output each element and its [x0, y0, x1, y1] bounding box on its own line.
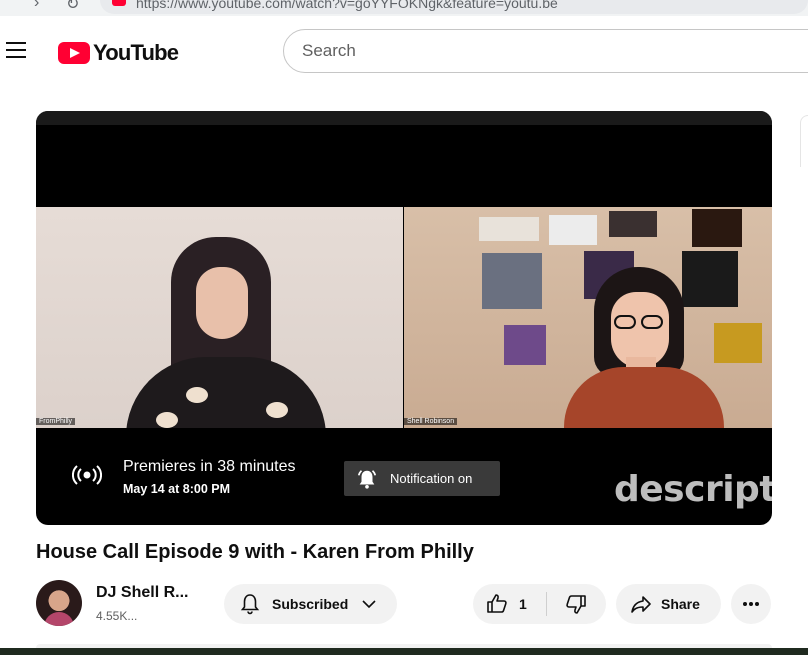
channel-name[interactable]: DJ Shell R...	[96, 584, 188, 602]
thumbs-up-icon	[487, 594, 507, 613]
subscribed-label: Subscribed	[272, 596, 349, 612]
search-input[interactable]: Search	[283, 29, 808, 73]
description-panel-edge	[0, 644, 808, 655]
reload-icon[interactable]: ↻	[66, 0, 79, 14]
browser-toolbar: › ↻ https://www.youtube.com/watch?v=goYY…	[0, 0, 808, 16]
watermark-logo: descript	[614, 469, 772, 510]
premiere-countdown: Premieres in 38 minutes	[123, 458, 296, 475]
player-top-edge	[36, 111, 772, 125]
youtube-logo[interactable]: YouTube	[58, 40, 179, 66]
hamburger-menu-icon[interactable]	[4, 38, 30, 62]
forward-icon[interactable]: ›	[34, 0, 39, 12]
notification-button[interactable]: Notification on	[344, 461, 500, 496]
video-player[interactable]: FromPhilly Shell Robinson Premieres in 3…	[36, 111, 772, 525]
like-button[interactable]: 1	[473, 584, 546, 624]
subscribed-button[interactable]: Subscribed	[224, 584, 397, 624]
participant-video-right: Shell Robinson	[404, 207, 772, 428]
like-count: 1	[519, 596, 527, 612]
site-favicon-icon	[112, 0, 126, 6]
participant-name-right: Shell Robinson	[404, 418, 458, 425]
sidebar-panel-edge	[800, 115, 808, 167]
search-placeholder: Search	[302, 41, 356, 60]
live-broadcast-icon	[72, 465, 102, 485]
more-actions-button[interactable]	[731, 584, 771, 624]
participant-video-left: FromPhilly	[36, 207, 403, 428]
bell-icon	[240, 594, 260, 615]
chevron-down-icon	[362, 600, 376, 609]
share-button[interactable]: Share	[616, 584, 721, 624]
notification-label: Notification on	[390, 471, 473, 486]
video-title: House Call Episode 9 with - Karen From P…	[36, 541, 474, 563]
like-dislike-group: 1	[473, 584, 606, 624]
premiere-date: May 14 at 8:00 PM	[123, 482, 230, 496]
participant-name-left: FromPhilly	[36, 418, 76, 425]
dislike-button[interactable]	[547, 584, 605, 624]
more-horizontal-icon	[743, 602, 759, 606]
youtube-play-icon	[58, 42, 90, 64]
logo-text: YouTube	[93, 40, 179, 65]
bell-ringing-icon	[357, 469, 377, 489]
channel-avatar[interactable]	[36, 580, 82, 626]
address-url[interactable]: https://www.youtube.com/watch?v=goYYFOKN…	[136, 0, 558, 11]
share-label: Share	[661, 596, 700, 612]
subscriber-count: 4.55K...	[96, 609, 138, 623]
thumbs-down-icon	[566, 595, 586, 614]
share-arrow-icon	[631, 596, 651, 613]
